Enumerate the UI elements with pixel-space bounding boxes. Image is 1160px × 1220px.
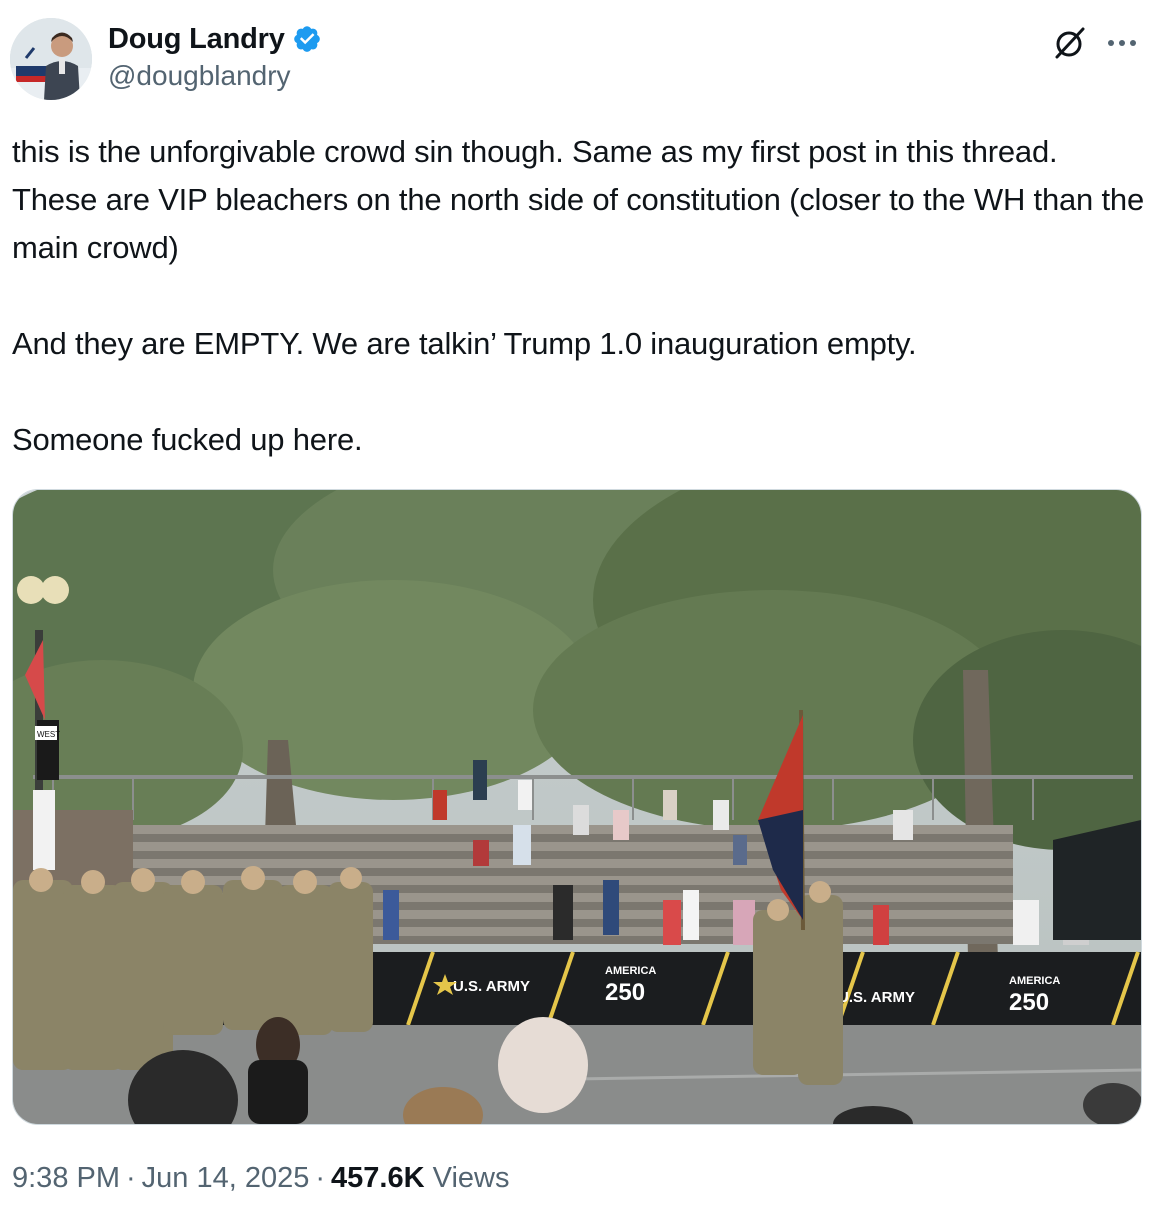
banner-text-army-2: U.S. ARMY <box>838 989 915 1006</box>
verified-badge-icon[interactable] <box>292 24 322 54</box>
tweet-header: Doug Landry @dougblandry <box>10 18 1150 102</box>
author-names: Doug Landry @dougblandry <box>108 20 322 92</box>
banner-text-250-1: 250 <box>605 979 645 1006</box>
more-options-icon[interactable] <box>1102 24 1142 62</box>
parade-photo: U.S. ARMY AMERICA 250 U.S. ARMY AMERICA … <box>13 490 1141 1124</box>
tweet-date[interactable]: Jun 14, 2025 <box>142 1162 310 1194</box>
avatar-photo-icon <box>10 18 92 100</box>
display-name-row: Doug Landry <box>108 20 322 58</box>
banner-text-america-2: AMERICA <box>1009 975 1060 987</box>
views-count: 457.6K <box>331 1162 425 1194</box>
views-label: Views <box>432 1162 510 1194</box>
banner-text-army-1: U.S. ARMY <box>453 978 530 995</box>
tweet-time[interactable]: 9:38 PM <box>12 1162 120 1194</box>
tweet-media-photo[interactable]: U.S. ARMY AMERICA 250 U.S. ARMY AMERICA … <box>12 489 1142 1125</box>
tweet-meta: 9:38 PM · Jun 14, 2025 · 457.6K Views <box>12 1162 509 1195</box>
display-name[interactable]: Doug Landry <box>108 23 285 56</box>
author-handle[interactable]: @dougblandry <box>108 60 322 92</box>
avatar[interactable] <box>10 18 92 100</box>
grok-icon[interactable] <box>1050 24 1088 62</box>
banner-text-america-1: AMERICA <box>605 965 656 977</box>
meta-separator-1: · <box>126 1162 136 1194</box>
tweet-text: this is the unforgivable crowd sin thoug… <box>12 134 1144 457</box>
banner-text-250-2: 250 <box>1009 989 1049 1016</box>
meta-separator-2: · <box>315 1162 326 1194</box>
street-sign-text: WEST <box>37 730 60 739</box>
